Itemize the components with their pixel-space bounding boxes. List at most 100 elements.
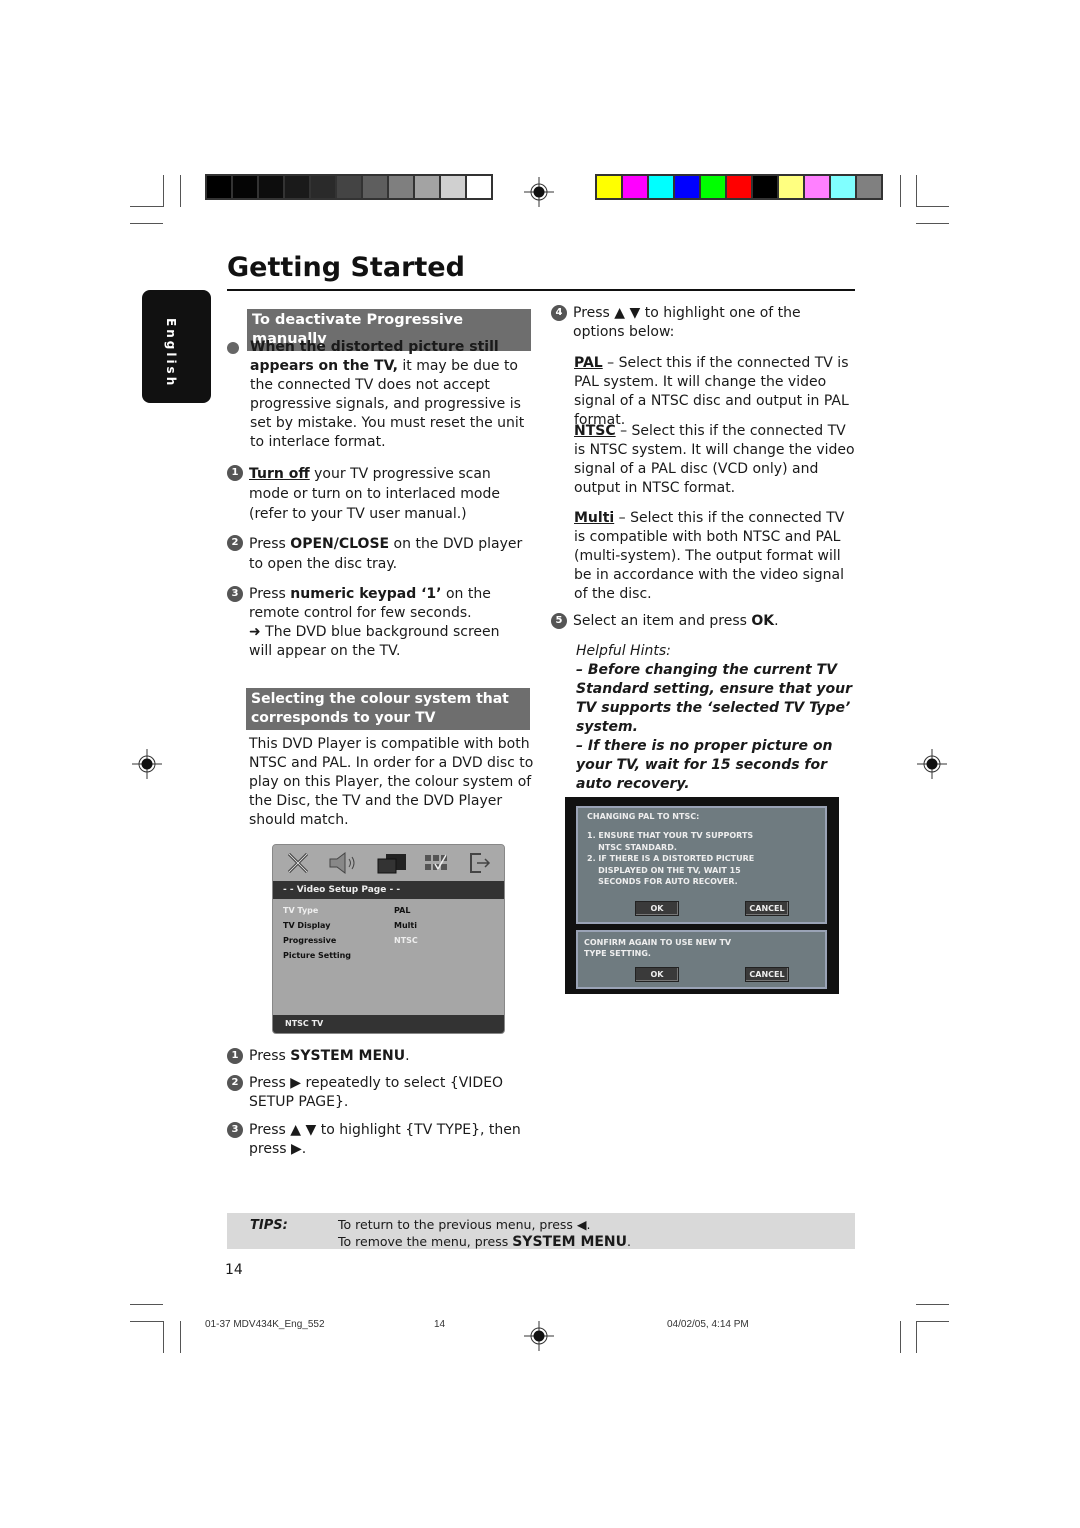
color-swatch: [337, 176, 361, 198]
registration-mark-icon: [132, 749, 162, 779]
step-highlight-tv-type: 3 Press ▲ ▼ to highlight {TV TYPE}, then…: [227, 1121, 527, 1159]
step-select-ok: 5 Select an item and press OK.: [551, 612, 856, 631]
step-bold: OK: [751, 613, 775, 629]
option-name: NTSC: [574, 423, 616, 439]
menu-icon-bar: [273, 845, 504, 881]
language-tab: English: [142, 290, 211, 403]
step-numeric-keypad: 3 Press numeric keypad ‘1’ on the remote…: [227, 585, 527, 661]
preference-grid-icon: [425, 854, 447, 871]
step-bold: Turn off: [249, 466, 310, 482]
color-swatch: [649, 176, 673, 198]
step-text: Press ▶ repeatedly to select {VIDEO SETU…: [249, 1075, 504, 1110]
menu-item-value[interactable]: NTSC: [394, 936, 418, 945]
step-text: .: [774, 613, 779, 629]
tips-line-1: To return to the previous menu, press ◀.: [338, 1217, 591, 1232]
crop-mark: [130, 1304, 163, 1305]
step-number: 3: [227, 1122, 243, 1138]
step-pre: Press: [249, 536, 291, 552]
menu-item-label[interactable]: Picture Setting: [283, 951, 351, 960]
step-number: 2: [227, 1075, 243, 1091]
step-text: Press ▲ ▼ to highlight {TV TYPE}, then p…: [249, 1122, 521, 1157]
dialog-ok-button[interactable]: OK: [635, 901, 679, 916]
option-ntsc: NTSC – Select this if the connected TV i…: [574, 422, 859, 498]
step-number: 2: [227, 535, 243, 551]
menu-item-label[interactable]: TV Type: [283, 906, 318, 915]
dialog-confirm-cancel-button[interactable]: CANCEL: [745, 967, 789, 982]
color-swatch: [831, 176, 855, 198]
color-swatch: [753, 176, 777, 198]
menu-item-value[interactable]: PAL: [394, 906, 410, 915]
dialog-line: SECONDS FOR AUTO RECOVER.: [587, 877, 738, 886]
dialog-line: NTSC STANDARD.: [587, 842, 677, 852]
dialog-cancel-button[interactable]: CANCEL: [745, 901, 789, 916]
step-pre: Press: [249, 1048, 291, 1064]
menu-page-title: - - Video Setup Page - -: [273, 881, 504, 899]
crop-mark: [916, 223, 949, 224]
hint-item: – If there is no proper picture on your …: [576, 738, 833, 792]
step-text: .: [405, 1048, 410, 1064]
color-swatch: [467, 176, 491, 198]
color-swatch: [805, 176, 829, 198]
language-tab-label: English: [164, 318, 178, 389]
step-number: 1: [227, 465, 243, 481]
hints-title: Helpful Hints:: [576, 643, 671, 659]
speaker-icon: [329, 852, 355, 874]
crop-mark: [916, 1321, 949, 1322]
step-open-close: 2 Press OPEN/CLOSE on the DVD player to …: [227, 534, 532, 574]
color-swatch: [597, 176, 621, 198]
step-pre: Press: [249, 586, 291, 602]
colour-system-intro: This DVD Player is compatible with both …: [249, 736, 534, 828]
step-highlight-options: 4 Press ▲ ▼ to highlight one of the opti…: [551, 304, 856, 342]
crop-mark: [916, 1304, 949, 1305]
option-text: – Select this if the connected TV is NTS…: [574, 423, 855, 496]
color-swatch: [701, 176, 725, 198]
step-bold: SYSTEM MENU: [290, 1048, 406, 1064]
step-result: ➜ The DVD blue background screen will ap…: [249, 624, 500, 659]
setup-tools-icon: [287, 852, 309, 874]
crop-mark: [900, 1321, 901, 1353]
dialog-line: DISPLAYED ON THE TV, WAIT 15: [587, 865, 741, 875]
page-title: Getting Started: [227, 252, 465, 283]
video-setup-menu-screenshot: - - Video Setup Page - - TV Type PAL TV Di…: [272, 844, 505, 1034]
helpful-hints: Helpful Hints: – Before changing the cur…: [576, 642, 856, 794]
crop-mark: [916, 1321, 917, 1353]
dialog-confirm-line: TYPE SETTING.: [584, 949, 651, 958]
bullet-icon: [227, 342, 239, 354]
crop-mark: [163, 175, 164, 207]
step-select-video-setup: 2 Press ▶ repeatedly to select {VIDEO SE…: [227, 1074, 517, 1112]
exit-icon: [470, 853, 491, 873]
color-swatch: [779, 176, 803, 198]
color-swatch: [207, 176, 231, 198]
color-swatch: [727, 176, 751, 198]
tips-box: TIPS: To return to the previous menu, pr…: [227, 1213, 855, 1250]
menu-item-value[interactable]: Multi: [394, 921, 417, 930]
dialog-confirm-ok-button[interactable]: OK: [635, 967, 679, 982]
video-screens-icon: [377, 854, 406, 874]
tips-line-2: To remove the menu, press SYSTEM MENU.: [338, 1234, 631, 1250]
hint-item: – Before changing the current TV Standar…: [576, 662, 852, 735]
option-name: PAL: [574, 355, 603, 371]
option-text: – Select this if the connected TV is PAL…: [574, 355, 849, 428]
color-swatch: [675, 176, 699, 198]
grayscale-calibration-bar: [205, 174, 493, 200]
crop-mark: [130, 206, 163, 207]
step-number: 3: [227, 586, 243, 602]
color-swatch: [441, 176, 465, 198]
tips-line-2-end: .: [627, 1234, 632, 1249]
menu-item-label[interactable]: TV Display: [283, 921, 330, 930]
step-number: 1: [227, 1048, 243, 1064]
crop-mark: [900, 175, 901, 207]
tips-line-2-bold: SYSTEM MENU: [512, 1234, 628, 1250]
page-number: 14: [225, 1262, 243, 1278]
bullet-distorted-picture: When the distorted picture still appears…: [227, 338, 527, 452]
color-swatch: [259, 176, 283, 198]
step-system-menu: 1 Press SYSTEM MENU.: [227, 1047, 527, 1066]
step-bold: OPEN/CLOSE: [290, 536, 390, 552]
menu-item-label[interactable]: Progressive: [283, 936, 336, 945]
print-page-number: 14: [434, 1319, 446, 1330]
color-swatch: [415, 176, 439, 198]
dialog-panel-changing: CHANGING PAL TO NTSC: 1. ENSURE THAT YOU…: [576, 806, 827, 924]
crop-mark: [130, 223, 163, 224]
color-calibration-bar: [595, 174, 883, 200]
option-name: Multi: [574, 510, 615, 526]
